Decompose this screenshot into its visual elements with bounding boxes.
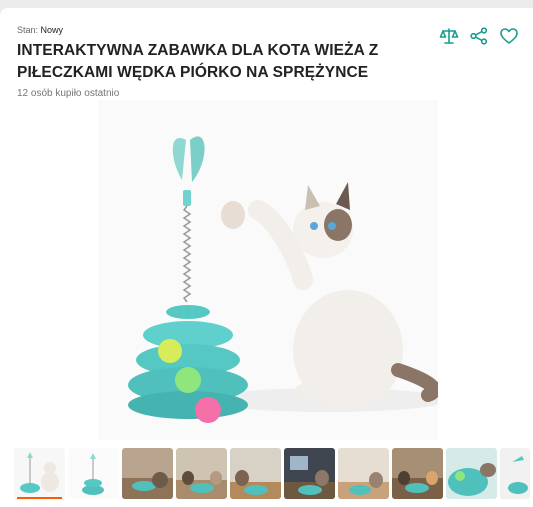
product-title: INTERAKTYWNA ZABAWKA DLA KOTA WIEŻA Z PI… [17,42,379,81]
thumbnail-gallery [14,448,530,507]
thumbnail-10[interactable] [500,448,530,499]
thumbnail-9[interactable] [446,448,497,499]
condition-label: Stan: [17,25,39,35]
share-icon[interactable] [469,26,489,46]
product-actions [439,26,519,46]
sold-info: 12 osób kupiło ostatnio [17,88,120,99]
thumbnail-8[interactable] [392,448,443,499]
main-product-image[interactable] [98,100,448,440]
compare-scale-icon[interactable] [439,26,459,46]
thumbnail-6[interactable] [284,448,335,499]
condition-line: Stan: Nowy [17,25,63,35]
product-card: Stan: Nowy INTERAKTYWNA ZABAWKA DLA KOTA… [0,8,533,507]
thumbnail-5[interactable] [230,448,281,499]
thumbnail-2[interactable] [68,448,119,499]
thumbnail-7[interactable] [338,448,389,499]
thumbnail-3[interactable] [122,448,173,499]
thumbnail-4[interactable] [176,448,227,499]
thumbnail-1[interactable] [14,448,65,499]
condition-value: Nowy [40,25,64,35]
heart-icon[interactable] [499,26,519,46]
